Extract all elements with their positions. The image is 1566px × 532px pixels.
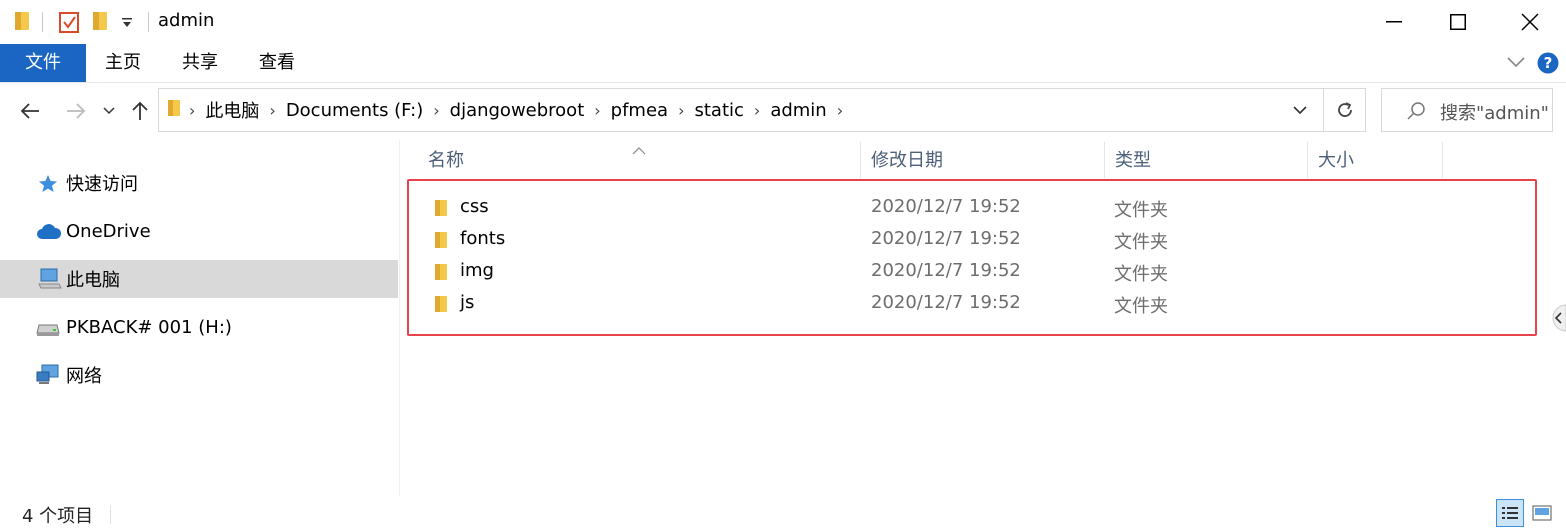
sidebar-item-label: 快速访问 [66, 174, 138, 195]
crumb-static[interactable]: static [686, 100, 751, 121]
column-divider[interactable] [1442, 142, 1443, 178]
crumb-this-pc[interactable]: 此电脑 [197, 97, 267, 123]
help-icon[interactable]: ? [1537, 52, 1559, 78]
cloud-icon [36, 223, 62, 245]
window-title: admin [158, 10, 215, 31]
address-bar[interactable]: › 此电脑 › Documents (F:) › djangowebroot ›… [158, 88, 1366, 132]
crumb-separator[interactable]: › [676, 101, 686, 120]
folder-icon [167, 98, 181, 123]
crumb-djangowebroot[interactable]: djangowebroot [442, 100, 593, 121]
navigation-pane: 快速访问 OneDrive 此电脑 PKBACK# 001 (H:) 网络 [0, 140, 398, 496]
back-button[interactable] [14, 96, 46, 126]
pane-toggle-icon[interactable] [1548, 304, 1566, 336]
column-header-modified[interactable]: 修改日期 [861, 140, 1104, 180]
svg-text:?: ? [1544, 54, 1553, 72]
computer-icon [38, 268, 62, 294]
forward-button[interactable] [60, 96, 92, 126]
back-arrow-icon [20, 103, 39, 119]
large-icons-view-button[interactable] [1528, 499, 1556, 527]
sidebar-item-label: PKBACK# 001 (H:) [66, 316, 232, 338]
crumb-separator[interactable]: › [592, 101, 602, 120]
chevron-down-icon [103, 107, 115, 115]
refresh-button[interactable] [1323, 89, 1366, 131]
crumb-separator[interactable]: › [267, 101, 277, 120]
properties-icon[interactable] [58, 10, 80, 38]
breadcrumb: › 此电脑 › Documents (F:) › djangowebroot ›… [167, 89, 845, 131]
tab-share[interactable]: 共享 [162, 44, 238, 82]
up-arrow-icon [132, 101, 148, 120]
crumb-separator[interactable]: › [835, 101, 845, 120]
search-box[interactable]: 搜索"admin" [1381, 88, 1553, 132]
crumb-admin[interactable]: admin [762, 100, 834, 121]
new-folder-icon[interactable] [92, 10, 108, 36]
sidebar-item-this-pc[interactable]: 此电脑 [0, 260, 398, 298]
maximize-icon [1450, 14, 1466, 30]
search-icon [1406, 101, 1426, 125]
sidebar-item-pkback-drive[interactable]: PKBACK# 001 (H:) [0, 308, 398, 346]
customize-toolbar-icon[interactable] [120, 14, 134, 34]
column-header-type[interactable]: 类型 [1105, 140, 1307, 180]
tab-file[interactable]: 文件 [0, 44, 86, 82]
minimize-button[interactable] [1362, 0, 1426, 44]
minimize-icon [1386, 21, 1402, 23]
address-history-button[interactable] [1279, 89, 1321, 131]
title-divider [148, 12, 149, 32]
status-divider [110, 506, 111, 524]
star-icon [38, 174, 58, 198]
up-button[interactable] [126, 96, 154, 126]
crumb-separator[interactable]: › [431, 101, 441, 120]
folder-icon [14, 10, 30, 36]
sidebar-item-label: OneDrive [66, 220, 151, 242]
toolbar-divider [42, 12, 43, 32]
recent-locations-button[interactable] [100, 96, 118, 126]
sidebar-item-label: 网络 [66, 366, 102, 387]
column-header-size[interactable]: 大小 [1308, 140, 1442, 180]
refresh-icon [1338, 102, 1352, 117]
expand-ribbon-icon[interactable] [1506, 54, 1526, 73]
item-count: 4 个项目 [22, 506, 94, 527]
details-view-icon [1502, 507, 1518, 519]
sidebar-item-quick-access[interactable]: 快速访问 [0, 164, 398, 202]
chevron-down-icon [1293, 105, 1307, 114]
crumb-separator[interactable]: › [752, 101, 762, 120]
search-input[interactable]: 搜索"admin" [1440, 99, 1549, 125]
close-button[interactable] [1498, 0, 1562, 44]
sidebar-item-onedrive[interactable]: OneDrive [0, 212, 398, 250]
column-header-name[interactable]: 名称 [418, 140, 860, 180]
crumb-documents-drive[interactable]: Documents (F:) [278, 100, 431, 121]
highlight-box [407, 179, 1537, 336]
crumb-pfmea[interactable]: pfmea [603, 100, 676, 121]
network-icon [36, 364, 60, 390]
tab-home[interactable]: 主页 [86, 44, 160, 82]
details-view-button[interactable] [1496, 499, 1524, 527]
sidebar-item-label: 此电脑 [66, 270, 120, 291]
ribbon-tabs: 文件 主页 共享 查看 ? [0, 44, 1566, 83]
drive-icon [36, 322, 60, 341]
forward-arrow-icon [67, 103, 86, 119]
close-icon [1521, 13, 1539, 31]
maximize-button[interactable] [1426, 0, 1490, 44]
title-bar: admin [0, 0, 1566, 44]
status-bar: 4 个项目 [0, 496, 1566, 532]
tab-view[interactable]: 查看 [240, 44, 314, 82]
crumb-separator: › [189, 100, 196, 120]
address-row: › 此电脑 › Documents (F:) › djangowebroot ›… [0, 84, 1566, 138]
large-icons-view-icon [1532, 505, 1552, 521]
sidebar-item-network[interactable]: 网络 [0, 356, 398, 394]
